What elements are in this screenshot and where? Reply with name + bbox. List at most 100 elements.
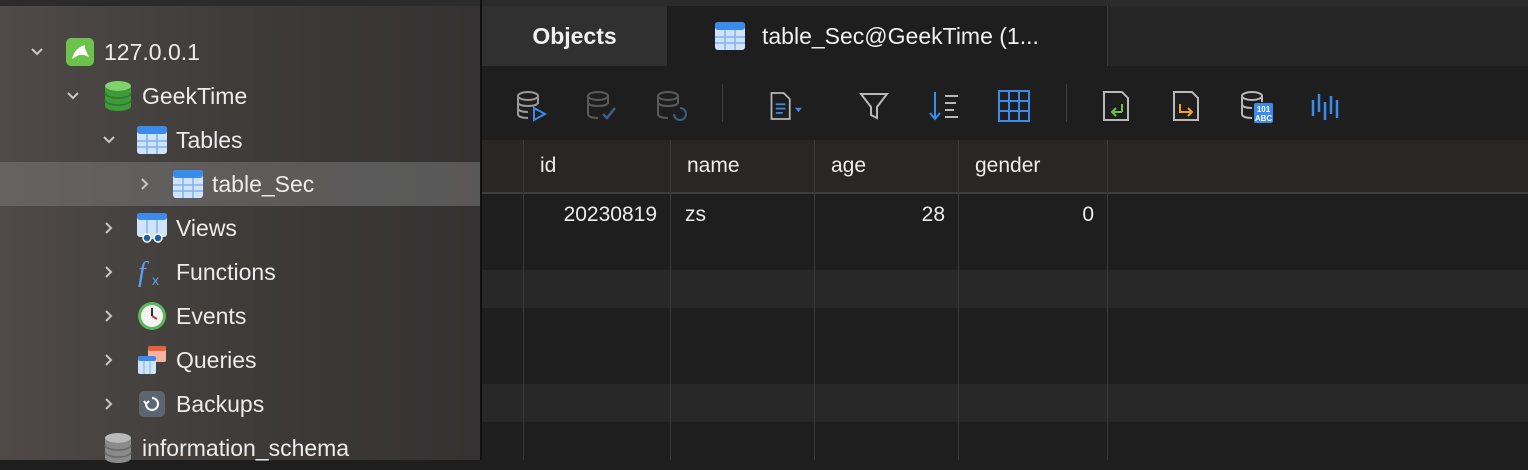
column-header-name[interactable]: name	[671, 140, 815, 192]
chevron-down-icon[interactable]	[62, 85, 84, 107]
empty-row	[482, 422, 1528, 460]
table-row[interactable]: 20230819 zs 28 0	[482, 196, 1528, 234]
row-number-header	[482, 140, 524, 192]
grid-view-button[interactable]	[994, 86, 1034, 126]
clock-icon	[136, 300, 168, 332]
views-label: Views	[176, 214, 237, 241]
toolbar-separator	[1066, 84, 1067, 122]
empty-row	[482, 346, 1528, 384]
cell-age[interactable]: 28	[815, 196, 959, 234]
cell-id[interactable]: 20230819	[524, 196, 671, 234]
navigation-sidebar: 127.0.0.1 GeekTime Tables table_Sec View…	[0, 0, 480, 463]
db-commit-icon	[587, 91, 616, 120]
tree-item-database[interactable]: GeekTime	[0, 74, 480, 118]
sort-button[interactable]	[924, 86, 964, 126]
tree-item-table-sec[interactable]: table_Sec	[0, 162, 480, 206]
toolbar: 101 ABC	[482, 66, 1528, 141]
svg-text:f: f	[138, 257, 149, 288]
grid-header: id name age gender	[482, 140, 1528, 194]
import-button[interactable]	[1096, 86, 1136, 126]
grid-line	[1107, 140, 1108, 460]
column-header-id[interactable]: id	[524, 140, 671, 192]
mysql-connection-icon	[64, 36, 96, 68]
column-header-age[interactable]: age	[815, 140, 959, 192]
svg-text:ABC: ABC	[1255, 114, 1273, 123]
filter-button[interactable]	[854, 86, 894, 126]
tab-objects-label: Objects	[532, 22, 617, 49]
empty-row	[482, 308, 1528, 346]
cell-gender[interactable]: 0	[959, 196, 1108, 234]
chevron-right-icon[interactable]	[98, 305, 120, 327]
filter-icon	[858, 93, 890, 120]
chevron-down-icon[interactable]	[98, 129, 120, 151]
grid-line	[814, 140, 815, 460]
svg-text:101: 101	[1257, 105, 1271, 114]
tab-bar: Objects table_Sec@GeekTime (1...	[482, 0, 1528, 66]
column-label: name	[687, 154, 740, 177]
export-button[interactable]	[1166, 86, 1206, 126]
tab-table-sec[interactable]: table_Sec@GeekTime (1...	[668, 6, 1108, 66]
chart-icon	[1311, 94, 1339, 120]
chart-button[interactable]	[1306, 86, 1346, 126]
tree-item-views[interactable]: Views	[0, 206, 480, 250]
database-icon	[102, 432, 134, 464]
chevron-right-icon[interactable]	[134, 173, 156, 195]
table-icon	[714, 20, 746, 52]
sort-icon	[929, 92, 958, 121]
empty-row	[482, 232, 1528, 270]
tables-icon	[136, 124, 168, 156]
views-icon	[136, 212, 168, 244]
document-menu-icon	[770, 92, 802, 120]
import-icon	[1103, 91, 1129, 121]
tree-item-backups[interactable]: Backups	[0, 382, 480, 426]
column-header-gender[interactable]: gender	[959, 140, 1108, 192]
db-refresh-icon	[657, 91, 687, 121]
data-type-icon: 101ABC	[1241, 91, 1273, 123]
backup-icon	[136, 388, 168, 420]
empty-row	[482, 270, 1528, 308]
database-label: GeekTime	[142, 82, 248, 109]
tree-item-tables[interactable]: Tables	[0, 118, 480, 162]
chevron-right-icon[interactable]	[98, 393, 120, 415]
main-panel: Objects table_Sec@GeekTime (1... 101 ABC…	[482, 0, 1528, 460]
grid-line	[670, 140, 671, 460]
db-commit-button[interactable]	[582, 86, 622, 126]
tab-objects[interactable]: Objects	[482, 6, 668, 66]
table-icon	[172, 168, 204, 200]
grid-line	[958, 140, 959, 460]
events-label: Events	[176, 302, 247, 329]
chevron-right-icon[interactable]	[98, 261, 120, 283]
function-icon: fx	[136, 256, 168, 288]
tree-item-information-schema[interactable]: information_schema	[0, 426, 480, 470]
document-menu-button[interactable]	[768, 86, 808, 126]
column-label: age	[831, 154, 867, 177]
connection-label: 127.0.0.1	[104, 38, 200, 65]
grid-icon	[998, 90, 1030, 122]
database-icon	[102, 80, 134, 112]
tree-item-queries[interactable]: Queries	[0, 338, 480, 382]
tree-item-connection[interactable]: 127.0.0.1	[0, 30, 480, 74]
db-run-button[interactable]	[512, 86, 552, 126]
chevron-down-icon[interactable]	[26, 41, 48, 63]
information-schema-label: information_schema	[142, 434, 350, 461]
chevron-right-icon[interactable]	[98, 349, 120, 371]
tab-table-label: table_Sec@GeekTime (1...	[762, 22, 1039, 49]
column-label: id	[540, 154, 557, 177]
db-refresh-button[interactable]	[652, 86, 692, 126]
data-grid: id name age gender 20230819 zs 28 0	[482, 140, 1528, 460]
grid-line	[523, 140, 524, 460]
empty-row	[482, 384, 1528, 422]
backups-label: Backups	[176, 390, 265, 417]
column-label: gender	[975, 154, 1041, 177]
db-run-icon	[517, 91, 548, 122]
tables-label: Tables	[176, 126, 243, 153]
cell-name[interactable]: zs	[671, 196, 815, 234]
tree-item-functions[interactable]: fx Functions	[0, 250, 480, 294]
queries-label: Queries	[176, 346, 257, 373]
tree-item-events[interactable]: Events	[0, 294, 480, 338]
data-type-button[interactable]: 101 ABC	[1236, 86, 1276, 126]
chevron-right-icon[interactable]	[98, 217, 120, 239]
queries-icon	[136, 344, 168, 376]
table-label: table_Sec	[212, 170, 315, 197]
svg-text:x: x	[152, 272, 159, 288]
